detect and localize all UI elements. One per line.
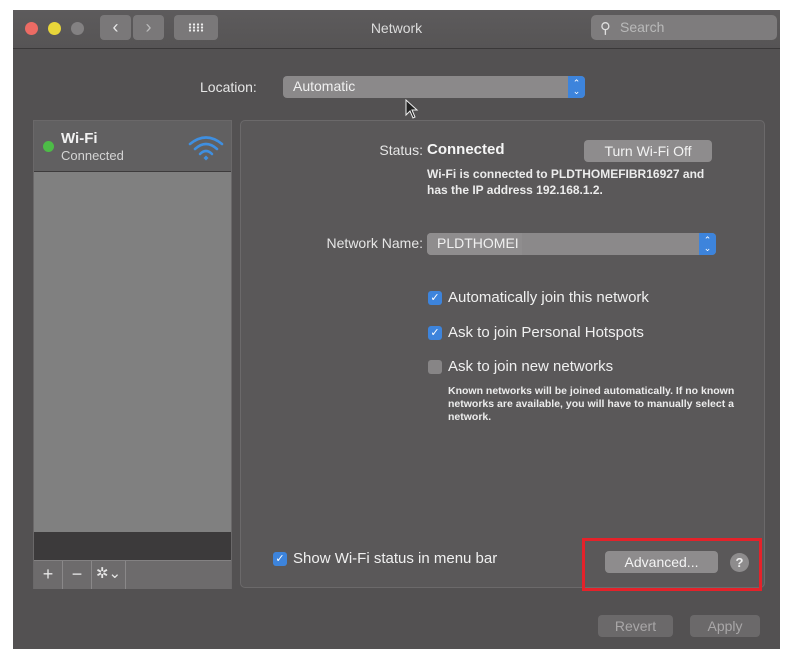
wifi-detail-panel: Status: Connected Turn Wi-Fi Off Wi-Fi i… — [240, 120, 765, 588]
revert-button[interactable]: Revert — [598, 615, 673, 637]
title-bar: ‹ › Network ⚲ Search — [13, 10, 780, 49]
auto-join-label: Automatically join this network — [448, 289, 649, 306]
mouse-pointer-icon — [405, 99, 419, 119]
show-status-checkbox[interactable]: ✓ — [273, 552, 287, 566]
service-list-empty-area — [34, 532, 231, 560]
ask-new-networks-label: Ask to join new networks — [448, 358, 614, 375]
action-menu-button[interactable]: ✲⌄ — [92, 561, 126, 589]
gear-icon: ✲⌄ — [95, 565, 122, 582]
status-value: Connected — [427, 141, 505, 158]
turn-wifi-off-button[interactable]: Turn Wi-Fi Off — [584, 140, 712, 162]
auto-join-checkbox[interactable]: ✓ — [428, 291, 442, 305]
service-item-wifi[interactable]: Wi-Fi Connected — [34, 121, 231, 172]
wifi-icon — [188, 136, 224, 161]
search-icon: ⚲ — [600, 20, 611, 37]
network-name-value: PLDTHOMEI — [437, 235, 519, 251]
personal-hotspots-label: Ask to join Personal Hotspots — [448, 324, 644, 341]
service-list-toolbar: + − ✲⌄ — [34, 560, 231, 589]
annotation-highlight-box — [582, 538, 762, 591]
search-field[interactable]: ⚲ Search — [591, 15, 777, 40]
network-name-popup[interactable]: PLDTHOMEI ⌃ ⌄ — [427, 233, 716, 255]
ask-new-networks-description: Known networks will be joined automatica… — [448, 385, 735, 423]
add-service-button[interactable]: + — [34, 561, 63, 589]
location-value: Automatic — [293, 78, 356, 94]
popup-stepper-icon: ⌃ ⌄ — [568, 76, 585, 98]
status-label: Status: — [379, 142, 423, 158]
personal-hotspots-checkbox[interactable]: ✓ — [428, 326, 442, 340]
apply-button[interactable]: Apply — [690, 615, 760, 637]
remove-service-button[interactable]: − — [63, 561, 92, 589]
status-description: Wi-Fi is connected to PLDTHOMEFIBR16927 … — [427, 167, 705, 197]
ask-new-networks-checkbox[interactable] — [428, 360, 442, 374]
location-label: Location: — [200, 79, 257, 95]
minus-icon: − — [71, 564, 83, 584]
service-name: Wi-Fi — [61, 130, 98, 147]
status-dot-icon — [43, 141, 54, 152]
popup-stepper-icon: ⌃ ⌄ — [699, 233, 716, 255]
service-status: Connected — [61, 148, 124, 163]
network-name-label: Network Name: — [326, 235, 423, 251]
show-status-label: Show Wi-Fi status in menu bar — [293, 550, 498, 567]
search-placeholder: Search — [620, 19, 665, 35]
location-popup[interactable]: Automatic ⌃ ⌄ — [283, 76, 585, 98]
service-list: Wi-Fi Connected + − ✲⌄ — [33, 120, 232, 589]
plus-icon: + — [42, 564, 54, 584]
